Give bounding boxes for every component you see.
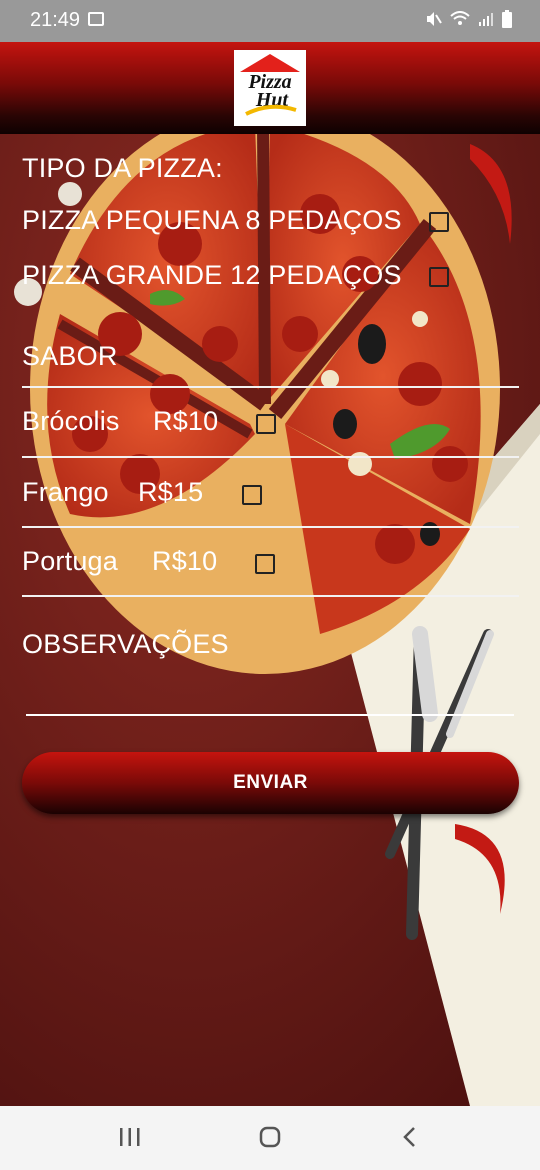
flavor-portuga-checkbox[interactable] <box>255 554 275 574</box>
gallery-notification-icon <box>88 12 104 26</box>
back-icon[interactable] <box>390 1124 430 1152</box>
size-small-checkbox[interactable] <box>429 212 449 232</box>
flavor-brocolis-checkbox[interactable] <box>256 414 276 434</box>
battery-icon <box>502 10 512 28</box>
size-option-small-label: PIZZA PEQUENA 8 PEDAÇOS <box>22 205 402 235</box>
divider <box>22 386 519 388</box>
status-bar: 21:49 <box>0 0 540 42</box>
flavor-frango-checkbox[interactable] <box>242 485 262 505</box>
divider <box>22 456 519 458</box>
status-time: 21:49 <box>30 9 81 31</box>
flavor-brocolis-name: Brócolis <box>22 406 120 436</box>
wifi-icon <box>450 11 470 25</box>
flavor-frango-price: R$15 <box>138 477 204 507</box>
divider <box>22 526 519 528</box>
size-option-large-label: PIZZA GRANDE 12 PEDAÇOS <box>22 260 402 290</box>
divider <box>22 595 519 597</box>
system-nav-bar <box>0 1106 540 1170</box>
signal-icon <box>479 13 493 26</box>
pizza-hut-logo: Pizza Hut <box>234 50 306 126</box>
flavor-label: SABOR <box>22 341 118 371</box>
flavor-brocolis-price: R$10 <box>153 406 219 436</box>
home-icon[interactable] <box>250 1124 290 1152</box>
status-icons <box>424 10 512 28</box>
flavor-portuga-price: R$10 <box>152 546 218 576</box>
notes-label: OBSERVAÇÕES <box>22 629 229 659</box>
pizza-type-label: TIPO DA PIZZA: <box>22 153 223 183</box>
notes-input[interactable] <box>26 660 514 716</box>
mute-icon <box>427 12 442 26</box>
flavor-frango-name: Frango <box>22 477 109 507</box>
flavor-portuga-name: Portuga <box>22 546 118 576</box>
send-button[interactable]: ENVIAR <box>22 752 519 814</box>
recent-apps-icon[interactable] <box>110 1124 150 1152</box>
size-large-checkbox[interactable] <box>429 267 449 287</box>
